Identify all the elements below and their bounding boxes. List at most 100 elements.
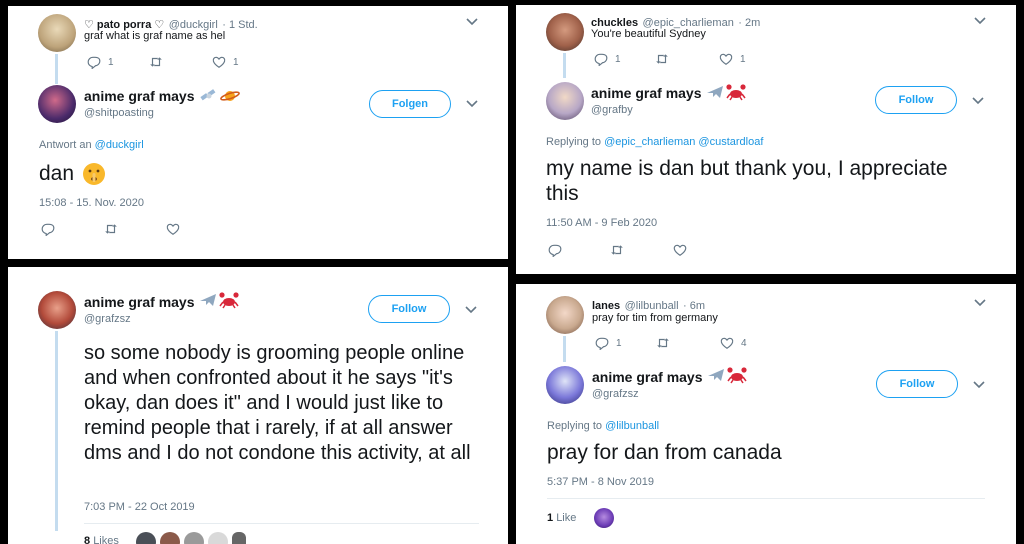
crab-emoji [219, 291, 239, 309]
tweet-panel-2: chuckles @epic_charlieman · 2m You're be… [516, 5, 1016, 274]
crab-emoji [727, 366, 747, 384]
like-count: 1 [233, 57, 239, 68]
reply-to-line: Replying to @lilbunball [547, 420, 659, 432]
likes-summary[interactable]: 8 Likes [84, 535, 119, 544]
divider [84, 523, 479, 524]
reply-icon[interactable] [594, 52, 608, 66]
tweet-timestamp[interactable]: 15:08 - 15. Nov. 2020 [39, 197, 144, 209]
reply-to-line: Antwort an @duckgirl [39, 139, 144, 151]
thread-line [55, 331, 58, 531]
liker-avatar[interactable] [184, 532, 204, 544]
chevron-down-icon[interactable] [973, 380, 985, 390]
likes-label: Like [556, 512, 577, 524]
reply-time[interactable]: · 2m [738, 17, 760, 29]
author-name[interactable]: anime graf mays [84, 88, 195, 104]
retweet-icon[interactable] [610, 243, 624, 257]
reply-to-line: Replying to @epic_charlieman @custardloa… [546, 136, 763, 148]
author-handle[interactable]: @grafzsz [84, 313, 131, 325]
tweet-panel-1: ♡ pato porra ♡ @duckgirl · 1 Std. graf w… [8, 6, 508, 259]
reply-text: graf what is graf name as hel [84, 30, 226, 42]
thread-line [563, 336, 566, 362]
tweet-panel-3: anime graf mays @grafzsz Follow so some … [8, 267, 508, 544]
reply-to-prefix: Antwort an [39, 139, 92, 151]
follow-button[interactable]: Follow [368, 295, 450, 323]
reply-to-user-link[interactable]: @duckgirl [95, 139, 144, 151]
tweet-timestamp[interactable]: 5:37 PM - 8 Nov 2019 [547, 476, 654, 488]
tweet-panel-4: lanes @lilbunball · 6m pray for tim from… [516, 284, 1016, 544]
reply-user-handle[interactable]: @lilbunball [625, 300, 679, 312]
chevron-down-icon[interactable] [465, 305, 477, 315]
reply-count: 1 [615, 54, 621, 65]
reply-count: 1 [616, 338, 622, 349]
reply-icon[interactable] [41, 222, 55, 236]
reply-time[interactable]: · 1 Std. [222, 19, 257, 31]
author-name[interactable]: anime graf mays [592, 369, 703, 385]
tweet-text-line: dan [39, 162, 106, 186]
tweet-timestamp[interactable]: 7:03 PM - 22 Oct 2019 [84, 501, 195, 513]
author-avatar[interactable] [546, 82, 584, 120]
liker-avatar[interactable] [594, 508, 614, 528]
airplane-emoji [706, 84, 724, 100]
liker-avatar[interactable] [232, 532, 246, 544]
reply-user-name[interactable]: lanes [592, 300, 620, 312]
thread-line [55, 54, 58, 84]
airplane-emoji [707, 367, 725, 383]
author-avatar[interactable] [38, 291, 76, 329]
likes-count: 1 [547, 512, 554, 524]
author-handle[interactable]: @grafzsz [592, 388, 639, 400]
liker-avatar[interactable] [136, 532, 156, 544]
reply-count: 1 [108, 57, 114, 68]
reply-to-prefix: Replying to [547, 420, 603, 432]
author-avatar[interactable] [38, 85, 76, 123]
reply-to-user-link[interactable]: @lilbunball [605, 420, 659, 432]
author-name[interactable]: anime graf mays [84, 294, 195, 310]
reply-icon[interactable] [87, 55, 101, 69]
reply-avatar[interactable] [546, 296, 584, 334]
reply-avatar[interactable] [38, 14, 76, 52]
likes-summary[interactable]: 1 Like [547, 512, 576, 524]
chevron-down-icon[interactable] [974, 16, 986, 26]
author-name[interactable]: anime graf mays [591, 85, 702, 101]
planet-emoji [220, 88, 240, 104]
reply-avatar[interactable] [546, 13, 584, 51]
like-icon[interactable] [673, 243, 687, 257]
reply-to-user-links[interactable]: @epic_charlieman @custardloaf [604, 136, 763, 148]
thread-line [563, 53, 566, 78]
divider [547, 498, 985, 499]
chevron-down-icon[interactable] [972, 96, 984, 106]
liker-avatar[interactable] [208, 532, 228, 544]
like-icon[interactable] [720, 336, 734, 350]
reply-icon[interactable] [548, 243, 562, 257]
retweet-icon[interactable] [149, 55, 163, 69]
crab-emoji [726, 83, 746, 101]
tweet-text: pray for dan from canada [547, 441, 782, 464]
likers-avatars [136, 532, 246, 544]
shushing-face-emoji [82, 162, 106, 186]
author-avatar[interactable] [546, 366, 584, 404]
chevron-down-icon[interactable] [974, 298, 986, 308]
likes-label: Likes [93, 535, 119, 544]
reply-time[interactable]: · 6m [683, 300, 705, 312]
like-icon[interactable] [166, 222, 180, 236]
retweet-icon[interactable] [656, 336, 670, 350]
author-handle[interactable]: @shitpoasting [84, 107, 154, 119]
retweet-icon[interactable] [104, 222, 118, 236]
tweet-text: dan [39, 162, 75, 185]
chevron-down-icon[interactable] [466, 99, 478, 109]
chevron-down-icon[interactable] [466, 17, 478, 27]
satellite-emoji [200, 88, 218, 104]
follow-button[interactable]: Follow [876, 370, 958, 398]
liker-avatar[interactable] [160, 532, 180, 544]
reply-icon[interactable] [595, 336, 609, 350]
follow-button[interactable]: Follow [875, 86, 957, 114]
retweet-icon[interactable] [655, 52, 669, 66]
author-handle[interactable]: @grafby [591, 104, 633, 116]
reply-text: pray for tim from germany [592, 312, 718, 324]
follow-button[interactable]: Folgen [369, 90, 451, 118]
reply-text: You're beautiful Sydney [591, 28, 706, 40]
like-icon[interactable] [719, 52, 733, 66]
airplane-emoji [199, 292, 217, 308]
like-icon[interactable] [212, 55, 226, 69]
tweet-timestamp[interactable]: 11:50 AM - 9 Feb 2020 [546, 217, 657, 229]
reply-to-prefix: Replying to [546, 136, 602, 148]
